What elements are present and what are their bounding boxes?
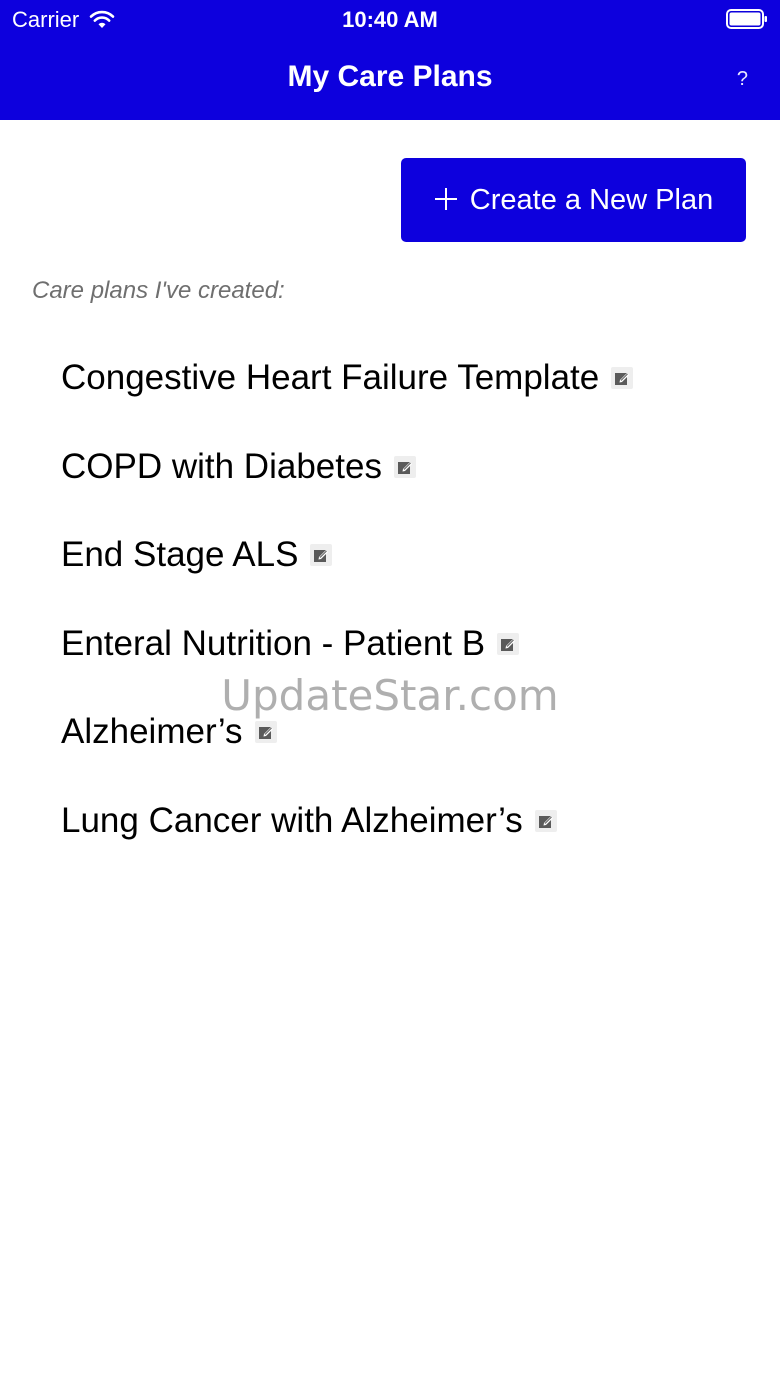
battery-icon (726, 9, 767, 29)
app-header: Carrier 10:40 AM My Care Plans ? (0, 0, 780, 120)
edit-icon[interactable] (497, 632, 520, 655)
edit-icon[interactable] (611, 367, 634, 389)
list-item[interactable]: Enteral Nutrition - Patient B (61, 620, 633, 709)
edit-icon[interactable] (534, 809, 557, 832)
section-label: Care plans I've created: (32, 277, 285, 304)
create-new-plan-label: Create a New Plan (469, 183, 714, 216)
list-item[interactable]: Congestive Heart Failure Template (61, 354, 634, 443)
page-title: My Care Plans (287, 60, 493, 93)
edit-icon[interactable] (310, 544, 333, 567)
edit-icon[interactable] (254, 721, 277, 744)
status-time: 10:40 AM (342, 7, 438, 32)
create-new-plan-button[interactable]: Create a New Plan (401, 158, 746, 242)
plan-name[interactable]: COPD with Diabetes (61, 443, 382, 491)
status-bar: Carrier 10:40 AM (0, 0, 780, 40)
plan-name[interactable]: Congestive Heart Failure Template (61, 354, 599, 402)
list-item[interactable]: Alzheimer’s (61, 708, 633, 797)
list-item[interactable]: Lung Cancer with Alzheimer’s (61, 797, 633, 886)
plan-name[interactable]: Enteral Nutrition - Patient B (61, 620, 485, 668)
plan-name[interactable]: End Stage ALS (61, 531, 298, 579)
list-item[interactable]: End Stage ALS (61, 531, 633, 620)
plan-name[interactable]: Alzheimer’s (61, 708, 243, 756)
help-button[interactable]: ? (737, 68, 748, 91)
plan-name[interactable]: Lung Cancer with Alzheimer’s (61, 797, 523, 845)
edit-icon[interactable] (393, 455, 416, 478)
list-item[interactable]: COPD with Diabetes (61, 443, 633, 532)
care-plan-list: Congestive Heart Failure Template COPD w… (61, 354, 634, 886)
plus-icon (434, 184, 458, 216)
